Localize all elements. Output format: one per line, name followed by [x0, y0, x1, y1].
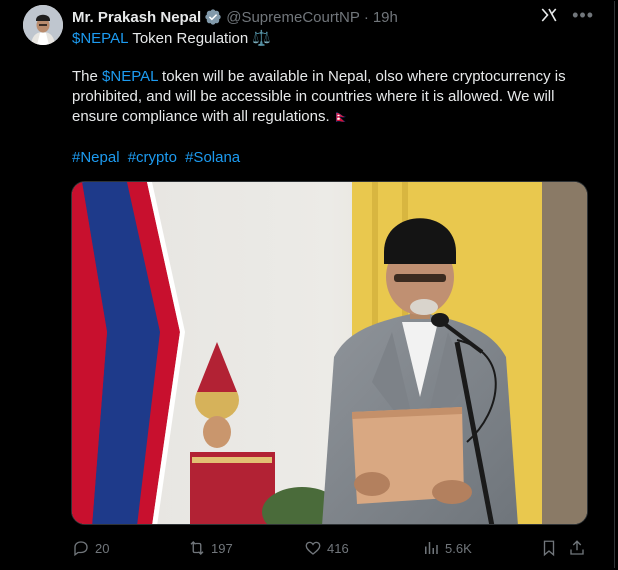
- top-right-controls: •••: [540, 6, 594, 24]
- avatar-image: [23, 5, 63, 45]
- timestamp[interactable]: 19h: [373, 9, 398, 26]
- bookmark-button[interactable]: [540, 536, 558, 560]
- repost-button[interactable]: 197: [188, 536, 233, 560]
- separator-dot: ·: [363, 8, 369, 26]
- hashtag-crypto[interactable]: #crypto: [128, 149, 177, 166]
- views-count: 5.6K: [445, 540, 472, 556]
- reply-button[interactable]: 20: [72, 536, 109, 560]
- share-button[interactable]: [568, 536, 586, 560]
- reply-icon: [74, 541, 88, 557]
- repost-count: 197: [211, 540, 233, 556]
- reply-count: 20: [95, 540, 110, 556]
- grok-icon[interactable]: [540, 6, 558, 24]
- action-bar: 20 197 416 5.6K: [72, 536, 592, 560]
- nepal-flag-emoji: 🇳🇵: [333, 110, 349, 124]
- author-handle[interactable]: @SupremeCourtNP: [226, 9, 360, 26]
- tweet-photo[interactable]: [71, 181, 588, 525]
- balance-scale-emoji: ⚖️: [252, 30, 271, 47]
- title-cashtag[interactable]: $NEPAL: [72, 29, 128, 49]
- repost-icon: [190, 541, 204, 555]
- tweet-header: Mr. Prakash Nepal @SupremeCourtNP · 19h: [72, 7, 398, 27]
- tweet-title: $NEPAL Token Regulation ⚖️: [72, 29, 271, 49]
- share-icon: [570, 540, 584, 555]
- photo-illustration: [72, 182, 587, 524]
- body-prefix: The: [72, 68, 103, 85]
- body-cashtag[interactable]: $NEPAL: [102, 68, 158, 85]
- like-icon: [305, 541, 321, 555]
- title-text: Token Regulation: [128, 30, 249, 47]
- more-icon[interactable]: •••: [572, 6, 594, 24]
- like-button[interactable]: 416: [304, 536, 349, 560]
- like-count: 416: [327, 540, 349, 556]
- hashtags: #Nepal #crypto #Solana: [72, 148, 244, 168]
- bookmark-icon: [543, 540, 555, 557]
- tweet-body: The $NEPAL token will be available in Ne…: [72, 67, 592, 127]
- views-icon: [425, 542, 438, 554]
- verified-badge-icon: [205, 9, 221, 25]
- avatar[interactable]: [23, 5, 63, 45]
- views-button[interactable]: 5.6K: [422, 536, 472, 560]
- hashtag-nepal[interactable]: #Nepal: [72, 149, 120, 166]
- hashtag-solana[interactable]: #Solana: [185, 149, 240, 166]
- author-name[interactable]: Mr. Prakash Nepal: [72, 9, 201, 26]
